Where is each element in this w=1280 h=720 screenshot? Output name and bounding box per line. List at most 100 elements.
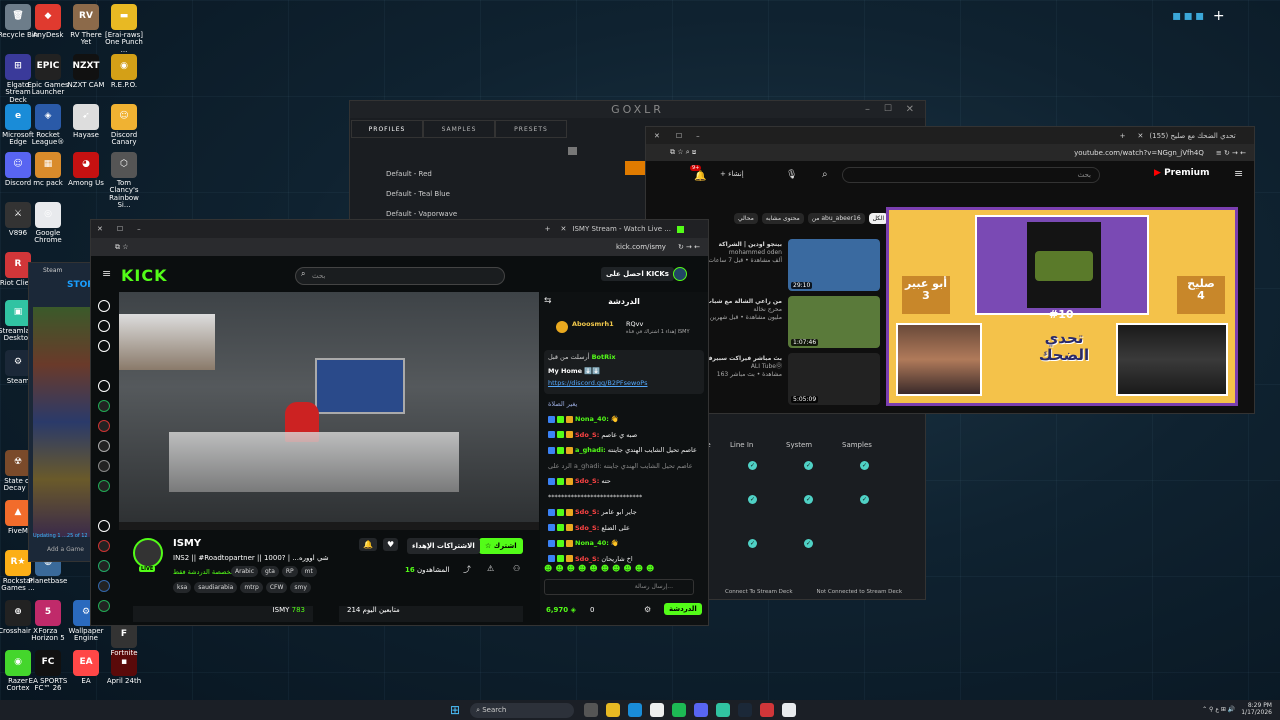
collapse-chat-icon[interactable]: ⇆ [544,296,552,306]
extensions-icon[interactable]: ⧉ ☆ ⌕ ⧈ [670,148,696,157]
chat-input[interactable]: إرسال رسالة... [544,579,694,595]
new-tab-icon[interactable]: + [1120,132,1126,140]
menu-icon[interactable]: ≡ [1234,167,1243,180]
taskbar-app-icon[interactable] [650,703,665,717]
chat-username[interactable]: Sdo_S: [575,431,599,439]
emote-bar[interactable]: ☻☻☻☻☻☻☻☻☻☻ [544,564,657,573]
kicks-balance[interactable]: 6,970 ◈ [546,606,576,614]
nav-icons[interactable]: ≡ ↻ → ← [1216,149,1246,157]
tray-icons[interactable]: ⌃ ⚲ ع ⊞ 🔊 [1202,706,1235,713]
taskbar-app-icon[interactable] [716,703,731,717]
subscribe-button[interactable]: ☆ اشترك [479,538,523,554]
desktop-icon[interactable]: ☺ Discord Canary [102,104,146,147]
extensions-icon[interactable]: ⧉ ☆ [115,243,129,252]
kick-tab-title[interactable]: ISMY Stream - Watch Live ... [572,225,671,233]
get-kicks-button[interactable]: احصل على KICKs [601,267,674,281]
yt-url[interactable]: youtube.com/watch?v=NGgn_jVfh4Q [1074,149,1204,157]
taskbar-app-icon[interactable] [694,703,709,717]
desktop-icon[interactable]: ⬡ Tom Clancy's Rainbow Si... [102,152,146,209]
tag-chip[interactable]: gta [261,566,279,577]
browse-icon[interactable] [98,320,110,332]
kick-logo[interactable]: KICK [121,266,168,285]
tag-chip[interactable]: CFW [265,582,288,593]
routing-check-icon[interactable]: ✓ [748,495,757,504]
routing-check-icon[interactable]: ✓ [804,539,813,548]
home-icon[interactable] [98,300,110,312]
heart-icon[interactable]: ♥ [383,538,399,551]
channel-avatar[interactable] [98,540,110,552]
taskbar-app-icon[interactable] [782,703,797,717]
routing-check-icon[interactable]: ✓ [804,495,813,504]
channel-avatar[interactable] [98,440,110,452]
chip-other[interactable]: محالي [734,213,758,224]
avatar[interactable] [673,267,687,281]
tab-profiles[interactable]: PROFILES [351,120,423,138]
chat-send-button[interactable]: الدردشة [664,603,702,615]
heart-icon[interactable] [98,380,110,392]
live-icon[interactable] [98,520,110,532]
taskbar-app-icon[interactable] [672,703,687,717]
chat-username[interactable]: a_ghadi: [575,446,606,454]
minimize-icon[interactable]: – [137,225,141,233]
chat-username[interactable]: Sdo_S: [575,555,599,563]
channel-avatar[interactable] [98,580,110,592]
profile-icon[interactable]: ⚇ [513,564,520,573]
tab-close-icon[interactable]: ✕ [1138,132,1144,140]
taskbar-search[interactable]: ⌕ Search [470,702,575,718]
taskbar-app-icon[interactable] [628,703,643,717]
chat-username[interactable]: Nona_40: [575,539,609,547]
kick-search-input[interactable]: بحث [295,267,505,285]
desktop-icon[interactable]: ◎ Google Chrome [26,202,70,245]
taskbar-app-icon[interactable] [584,703,599,717]
yt-logo[interactable]: ▶ Premium [1154,168,1209,178]
tag-chip[interactable]: smy [290,582,311,593]
maximize-icon[interactable]: ☐ [676,132,682,140]
tab-presets[interactable]: PRESETS [495,120,567,138]
profile-item[interactable]: Default - Red [386,170,432,178]
channel-avatar[interactable] [98,420,110,432]
channel-avatar[interactable] [98,460,110,472]
streamer-name[interactable]: ISMY [173,538,201,549]
desktop-icon[interactable]: F Fortnite [102,622,146,657]
steam-add-game-button[interactable]: Add a Game [47,546,84,553]
hamburger-icon[interactable]: ≡ [102,267,111,280]
channel-avatar[interactable] [98,560,110,572]
yt-video-player[interactable]: أبو عبير 3 صليح 4 #10 تحدي الضحك [886,207,1238,406]
desktop-icon[interactable]: ▬ [Erai-raws] One Punch ... [102,4,146,54]
rec-thumbnail[interactable]: 29:10 [788,239,880,291]
bell-icon[interactable]: 🔔 [694,171,706,182]
mic-icon[interactable]: 🎙 [786,170,797,180]
points-balance[interactable]: 0 [590,606,594,614]
close-icon[interactable]: ✕ [906,101,917,118]
stream-deck-connect-link[interactable]: Connect To Stream Deck [725,589,793,595]
taskbar-app-icon[interactable] [606,703,621,717]
share-icon[interactable]: ⤴ [463,564,471,575]
kick-video-player[interactable] [119,292,539,530]
bell-icon[interactable]: 🔔 [359,538,377,551]
chat-username[interactable]: Nona_40: [575,415,609,423]
save-icon[interactable] [568,147,577,155]
maximize-icon[interactable]: ☐ [884,101,895,118]
rec-thumbnail[interactable]: 1:07:46 [788,296,880,348]
routing-check-icon[interactable]: ✓ [804,461,813,470]
create-button[interactable]: + إنشاء [720,170,744,178]
discord-link[interactable]: https://discord.gg/B2PFsewoPs [548,379,647,387]
gift-subs-button[interactable]: الاشتراكات الإهداء [407,538,480,554]
minimize-icon[interactable]: – [696,132,700,140]
nav-icons[interactable]: ↻ → ← [678,243,700,251]
tag-chip[interactable]: mt [300,566,317,577]
alert-icon[interactable]: ⚠ [487,564,494,573]
tag-chip[interactable]: ksa [173,582,192,593]
stream-category[interactable]: مخصصة الدردشة فقط [173,568,234,576]
yt-search-input[interactable]: بحث [842,167,1100,183]
new-tab-icon[interactable]: + [545,225,551,233]
routing-check-icon[interactable]: ✓ [748,539,757,548]
tag-chip[interactable]: mtrp [240,582,263,593]
profile-item[interactable]: Default - Vaporwave [386,210,457,218]
desktop-icon[interactable]: ◉ R.E.P.O. [102,54,146,89]
maximize-icon[interactable]: ☐ [117,225,123,233]
minimize-icon[interactable]: – [865,101,873,118]
close-icon[interactable]: ✕ [654,132,660,140]
routing-check-icon[interactable]: ✓ [860,461,869,470]
start-icon[interactable]: ⊞ [450,703,460,717]
